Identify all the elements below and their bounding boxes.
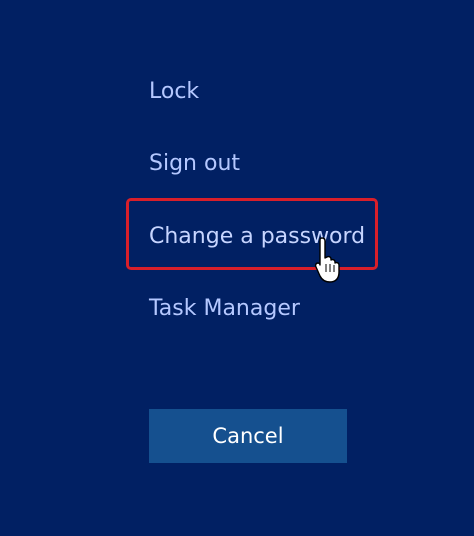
menu-item-task-manager[interactable]: Task Manager [149,294,300,324]
menu-item-sign-out[interactable]: Sign out [149,149,240,179]
cancel-button[interactable]: Cancel [149,409,347,463]
security-options-screen: Lock Sign out Change a password Task Man… [0,0,474,536]
hand-pointer-icon [314,237,340,283]
menu-item-lock[interactable]: Lock [149,77,199,107]
